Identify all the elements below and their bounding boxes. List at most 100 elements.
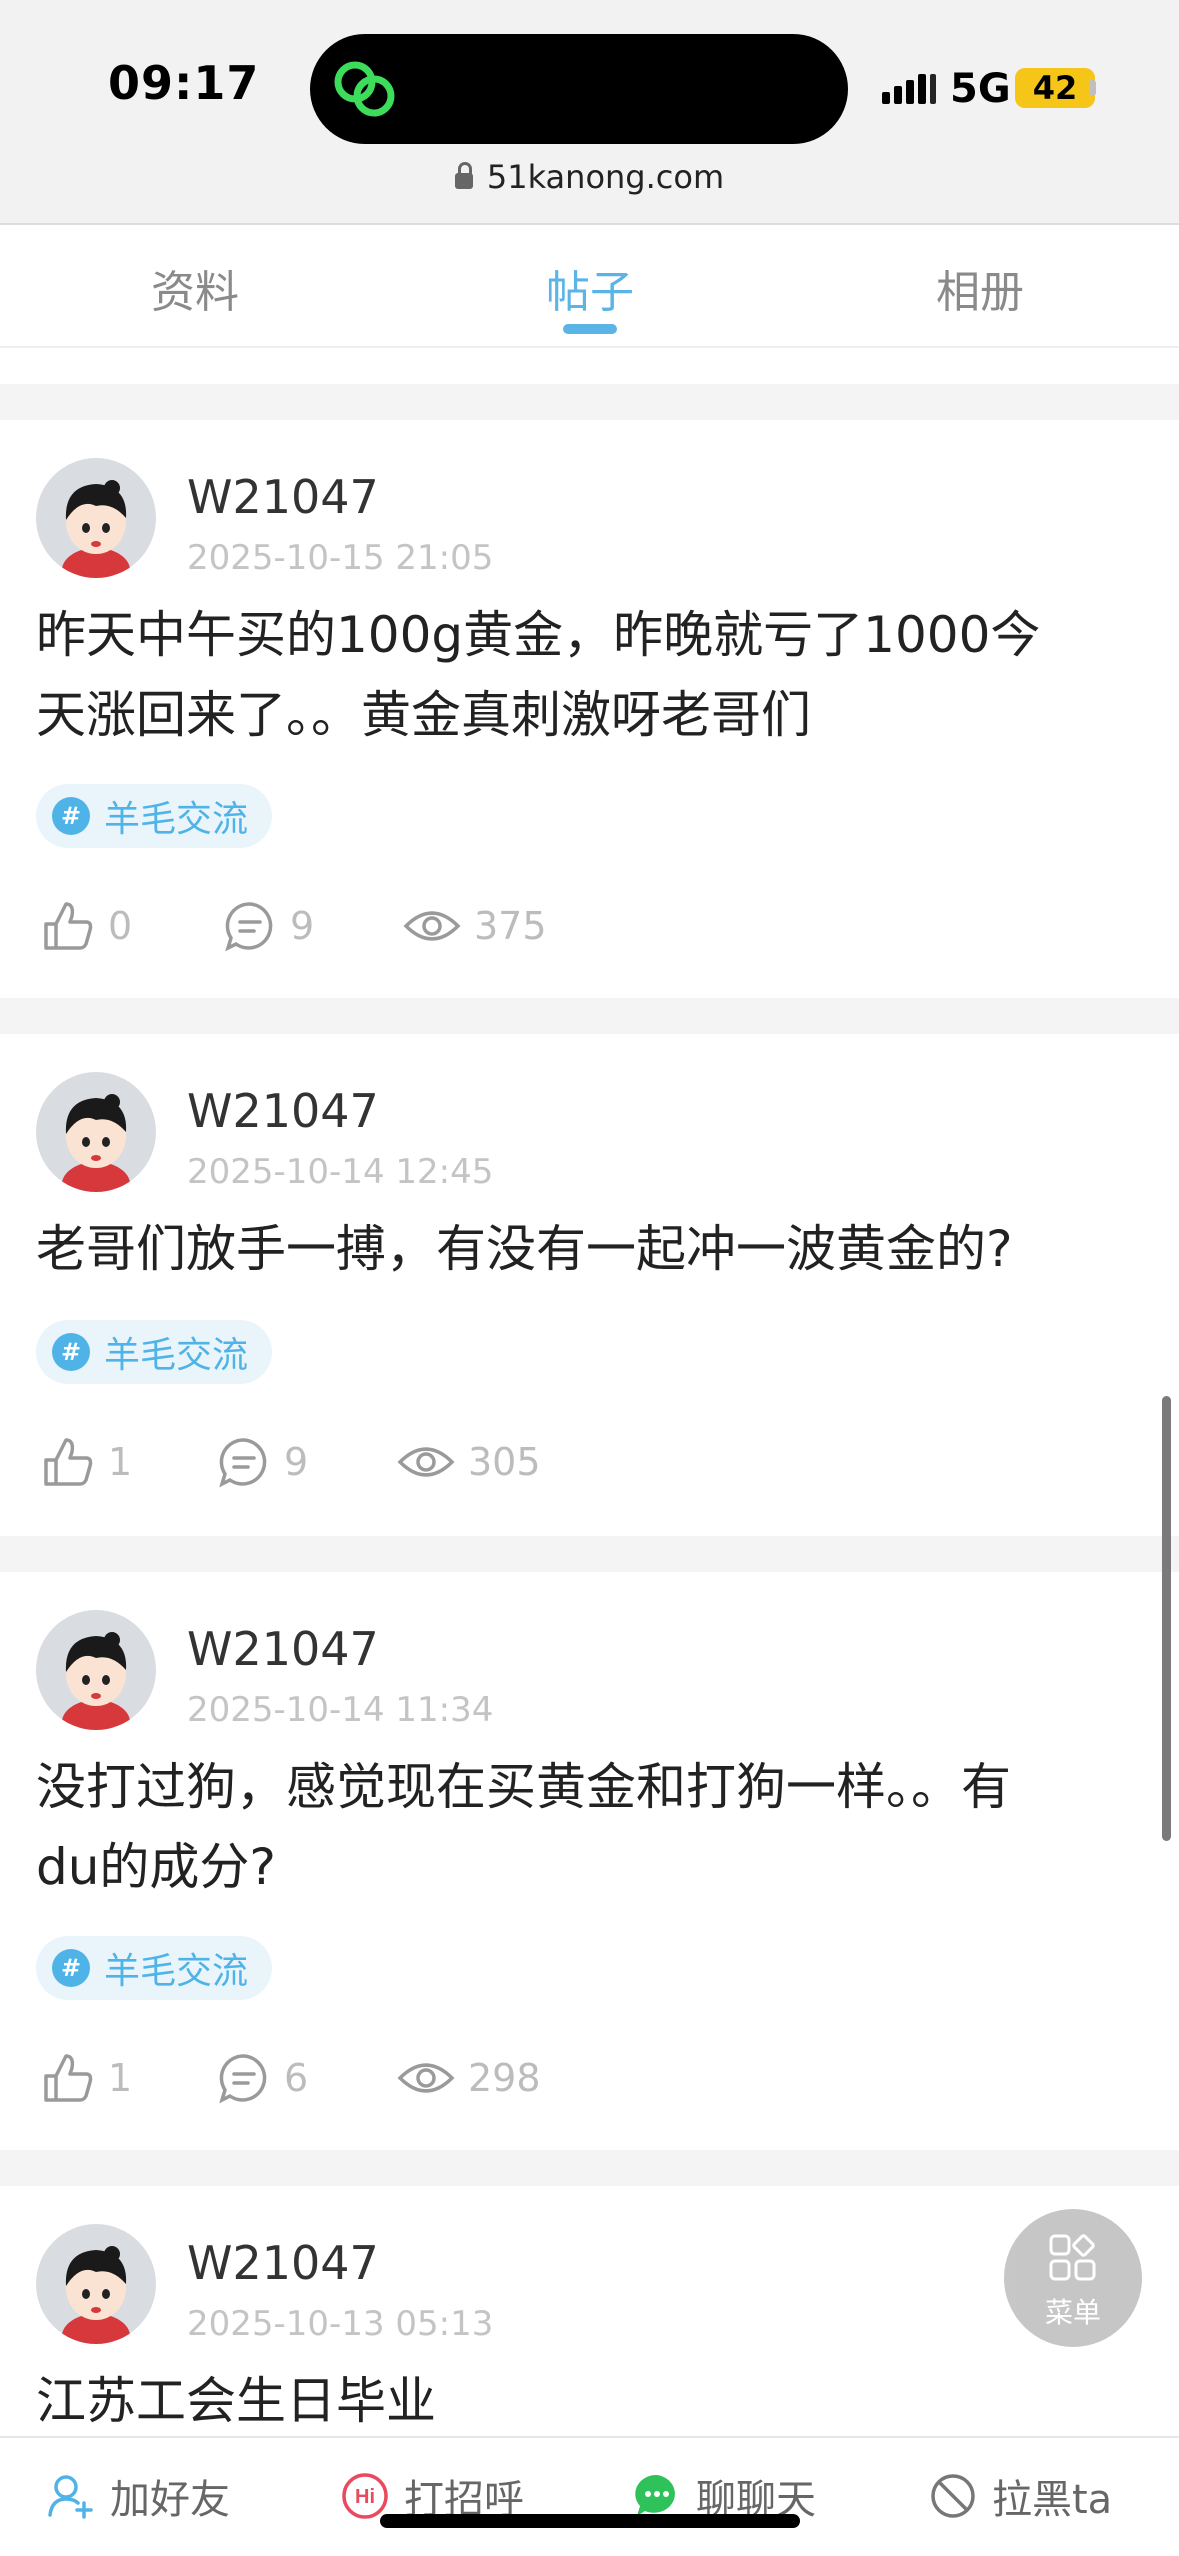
post-stats: 1 9 305 (40, 1432, 740, 1492)
menu-fab[interactable]: 菜单 (1004, 2209, 1142, 2347)
comment-count: 6 (284, 2056, 309, 2100)
post-date: 2025-10-14 11:34 (187, 1690, 494, 1730)
dynamic-island (310, 34, 848, 144)
comment-button[interactable]: 9 (216, 1432, 308, 1492)
url-text: 51kanong.com (486, 158, 725, 196)
block-icon (931, 2474, 975, 2518)
hi-icon-text: Hi (355, 2486, 375, 2508)
avatar[interactable] (36, 1072, 156, 1192)
avatar[interactable] (36, 2224, 156, 2344)
hash-icon: # (52, 1333, 90, 1371)
signal-icon (882, 74, 936, 104)
thumbs-up-icon (44, 2054, 93, 2102)
post-date: 2025-10-13 05:13 (187, 2304, 494, 2344)
post-card[interactable]: W21047 2025-10-15 21:05 昨天中午买的100g黄金，昨晚就… (0, 420, 1179, 998)
post-content-line: 昨天中午买的100g黄金，昨晚就亏了1000今 (36, 606, 1041, 664)
like-button[interactable]: 0 (40, 896, 132, 956)
menu-fab-label: 菜单 (1044, 2296, 1101, 2329)
post-date: 2025-10-14 12:45 (187, 1152, 494, 1192)
post-content[interactable]: 老哥们放手一搏，有没有一起冲一波黄金的? (36, 1209, 1146, 1289)
like-button[interactable]: 1 (40, 2048, 132, 2108)
block-label: 拉黑ta (992, 2477, 1113, 2523)
profile-tabs: 资料 帖子 相册 (0, 226, 1179, 348)
avatar-icon (62, 1094, 130, 1192)
tab-posts[interactable]: 帖子 (490, 256, 690, 320)
post-content[interactable]: 昨天中午买的100g黄金，昨晚就亏了1000今 天涨回来了。。黄金真刺激呀老哥们 (36, 595, 1146, 755)
network-type: 5G (950, 66, 1011, 112)
view-stat: 375 (402, 896, 547, 956)
tab-profile[interactable]: 资料 (95, 256, 295, 320)
post-content-line: 江苏工会生日毕业 (36, 2372, 436, 2430)
active-tab-indicator (563, 324, 617, 334)
view-stat: 305 (396, 1432, 541, 1492)
hash-icon: # (52, 1949, 90, 1987)
post-card[interactable]: W21047 2025-10-14 11:34 没打过狗，感觉现在买黄金和打狗一… (0, 1572, 1179, 2150)
topic-tag-label: 羊毛交流 (104, 1951, 249, 1992)
like-count: 1 (108, 2056, 133, 2100)
post-content[interactable]: 没打过狗，感觉现在买黄金和打狗一样。。有 du的成分? (36, 1747, 1146, 1907)
view-count: 298 (468, 2056, 541, 2100)
bottom-action-bar: 加好友 Hi 打招呼 聊聊天 拉黑ta (0, 2436, 1179, 2556)
comment-icon (219, 2054, 267, 2104)
post-username[interactable]: W21047 (187, 2236, 379, 2290)
hash-icon: # (52, 797, 90, 835)
avatar-icon (62, 2246, 130, 2344)
status-bar: 09:17 5G 42 51kanong.com (0, 0, 1179, 225)
scrollbar[interactable] (1162, 1396, 1171, 1841)
hi-icon: Hi (342, 2473, 388, 2519)
section-divider (0, 2150, 1179, 2186)
post-card[interactable]: W21047 2025-10-13 05:13 江苏工会生日毕业 (0, 2186, 1179, 2436)
comment-button[interactable]: 9 (222, 896, 314, 956)
post-stats: 1 6 298 (40, 2048, 740, 2108)
block-button[interactable]: 拉黑ta (928, 2466, 1112, 2526)
comment-count: 9 (290, 904, 315, 948)
view-count: 305 (468, 1440, 541, 1484)
eye-icon (397, 2063, 455, 2093)
comment-icon (219, 1438, 267, 1488)
add-friend-button[interactable]: 加好友 (46, 2466, 230, 2526)
post-username[interactable]: W21047 (187, 470, 379, 524)
add-friend-label: 加好友 (110, 2477, 230, 2523)
thumbs-up-icon (44, 1438, 93, 1486)
view-stat: 298 (396, 2048, 541, 2108)
comment-count: 9 (284, 1440, 309, 1484)
post-content-line: 没打过狗，感觉现在买黄金和打狗一样。。有 (36, 1758, 1011, 1816)
battery-indicator: 42 (1015, 68, 1095, 108)
eye-icon (403, 911, 461, 941)
topic-tag[interactable]: # 羊毛交流 (36, 784, 273, 848)
topic-tag-label: 羊毛交流 (104, 799, 249, 840)
link-app-icon (334, 61, 395, 117)
post-content-line: du的成分? (36, 1838, 276, 1896)
tab-album[interactable]: 相册 (880, 256, 1080, 320)
topic-tag[interactable]: # 羊毛交流 (36, 1936, 273, 2000)
post-username[interactable]: W21047 (187, 1084, 379, 1138)
battery-tip (1090, 80, 1096, 96)
post-content[interactable]: 江苏工会生日毕业 (36, 2361, 1146, 2436)
topic-tag-label: 羊毛交流 (104, 1335, 249, 1376)
avatar[interactable] (36, 458, 156, 578)
thumbs-up-icon (44, 902, 93, 950)
topic-tag[interactable]: # 羊毛交流 (36, 1320, 273, 1384)
post-date: 2025-10-15 21:05 (187, 538, 494, 578)
section-divider (0, 384, 1179, 420)
address-bar[interactable]: 51kanong.com (0, 158, 1179, 196)
add-user-icon (48, 2475, 93, 2519)
eye-icon (397, 1447, 455, 1477)
section-divider (0, 998, 1179, 1034)
grid-menu-icon (1049, 2234, 1096, 2281)
like-count: 1 (108, 1440, 133, 1484)
post-username[interactable]: W21047 (187, 1622, 379, 1676)
like-count: 0 (108, 904, 133, 948)
like-button[interactable]: 1 (40, 1432, 132, 1492)
comment-button[interactable]: 6 (216, 2048, 308, 2108)
view-count: 375 (474, 904, 547, 948)
post-stats: 0 9 375 (40, 896, 740, 956)
avatar[interactable] (36, 1610, 156, 1730)
avatar-icon (62, 480, 130, 578)
status-time: 09:17 (108, 56, 260, 110)
avatar-icon (62, 1632, 130, 1730)
lock-icon (454, 162, 473, 189)
post-card[interactable]: W21047 2025-10-14 12:45 老哥们放手一搏，有没有一起冲一波… (0, 1034, 1179, 1536)
home-indicator (380, 2514, 800, 2528)
comment-icon (225, 902, 273, 952)
